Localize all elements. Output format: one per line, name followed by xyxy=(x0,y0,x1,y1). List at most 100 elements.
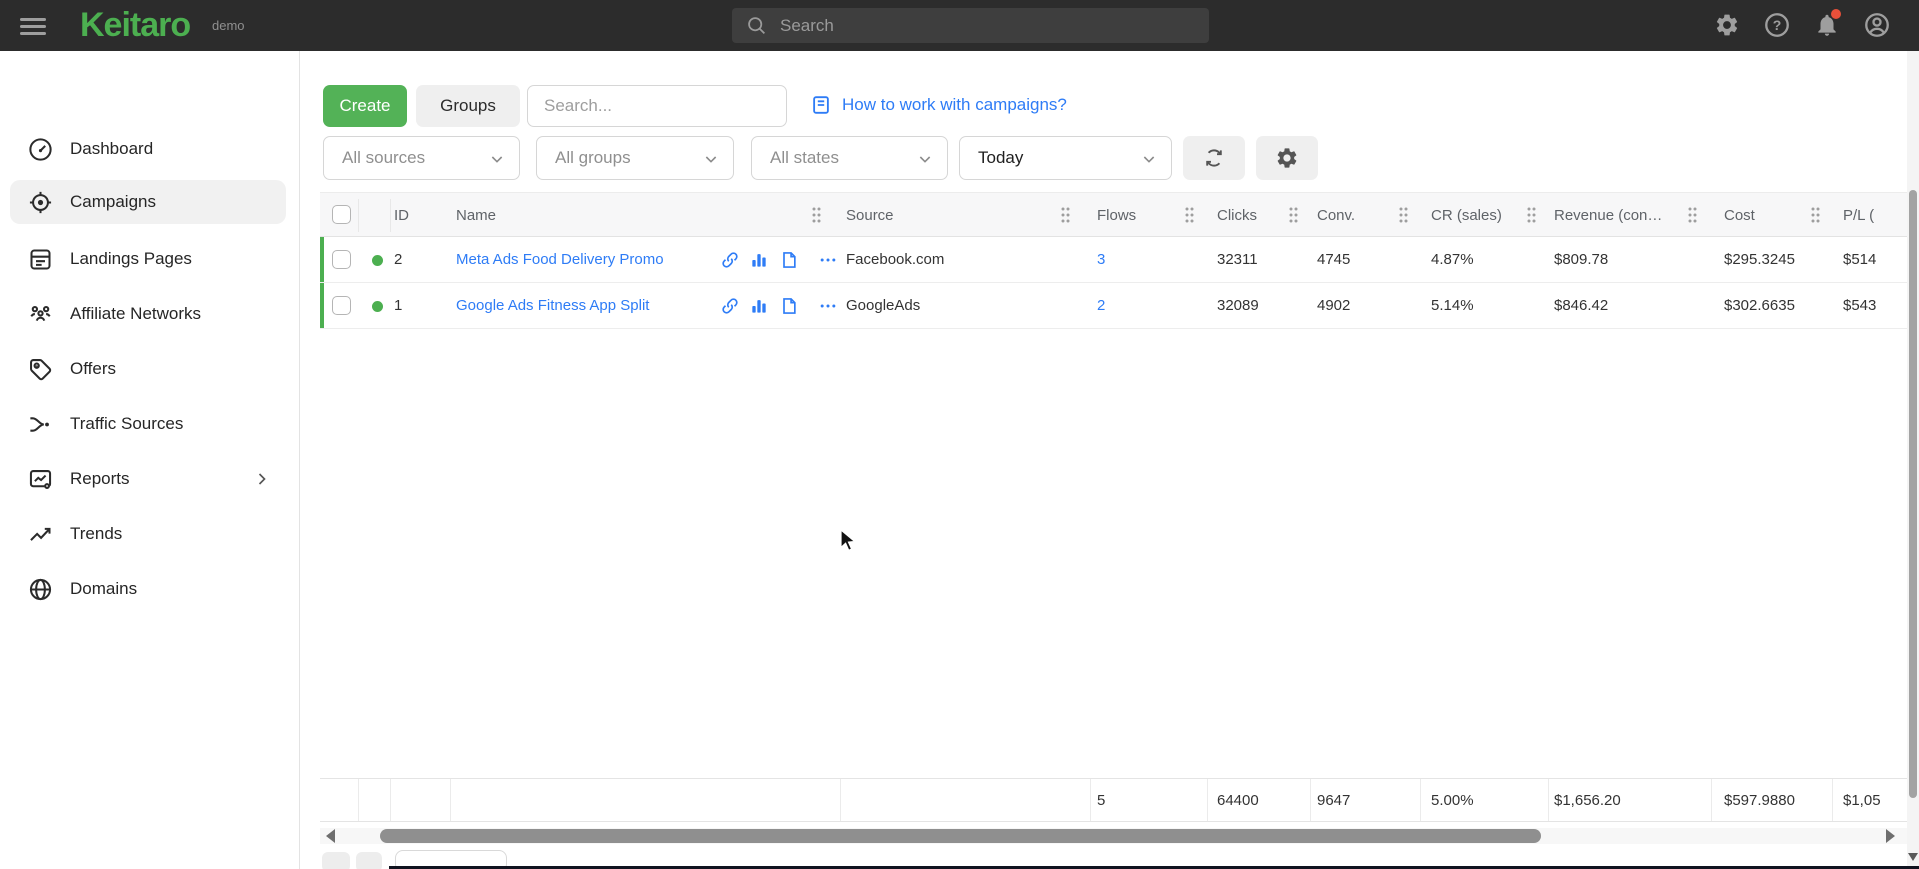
link-icon[interactable] xyxy=(719,296,741,318)
cell-cr: 5.14% xyxy=(1431,283,1474,329)
campaigns-icon xyxy=(26,188,54,216)
more-icon[interactable] xyxy=(817,250,839,272)
help-icon[interactable]: ? xyxy=(1761,9,1793,41)
stats-icon[interactable] xyxy=(748,296,770,318)
offers-icon: s xyxy=(26,355,54,383)
drag-handle-icon[interactable] xyxy=(1685,204,1699,228)
stats-icon[interactable] xyxy=(748,250,770,272)
domains-icon xyxy=(26,575,54,603)
row-status-stripe xyxy=(320,283,324,329)
column-header-source[interactable]: Source xyxy=(846,193,894,237)
notifications-icon[interactable] xyxy=(1811,9,1843,41)
total-pl: $1,05 xyxy=(1843,779,1881,822)
cell-pl: $543 xyxy=(1843,283,1876,329)
total-revenue: $1,656.20 xyxy=(1554,779,1621,822)
column-header-name[interactable]: Name xyxy=(456,193,496,237)
menu-icon[interactable] xyxy=(20,12,54,40)
account-icon[interactable] xyxy=(1861,9,1893,41)
total-cost: $597.9880 xyxy=(1724,779,1795,822)
campaign-name-link[interactable]: Meta Ads Food Delivery Promo xyxy=(456,237,664,283)
sidebar-item-offers[interactable]: s Offers xyxy=(10,347,286,391)
gear-icon xyxy=(1275,146,1299,170)
table-settings-button[interactable] xyxy=(1256,136,1318,180)
horizontal-scrollbar-thumb[interactable] xyxy=(380,829,1541,843)
flows-link[interactable]: 3 xyxy=(1097,237,1105,283)
chevron-down-icon xyxy=(489,151,505,172)
drag-handle-icon[interactable] xyxy=(1524,204,1538,228)
drag-handle-icon[interactable] xyxy=(1396,204,1410,228)
affiliate-networks-icon xyxy=(26,300,54,328)
drag-handle-icon[interactable] xyxy=(1182,204,1196,228)
sidebar-item-traffic-sources[interactable]: Traffic Sources xyxy=(10,402,286,446)
chevron-down-icon xyxy=(703,151,719,172)
table-row: 1 Google Ads Fitness App Split GoogleAds… xyxy=(320,283,1907,329)
pagination-prev-button[interactable] xyxy=(322,852,350,869)
column-header-id[interactable]: ID xyxy=(394,193,409,237)
scroll-right-icon[interactable] xyxy=(1886,829,1895,843)
scroll-down-icon[interactable] xyxy=(1908,853,1918,861)
note-icon[interactable] xyxy=(778,250,800,272)
sidebar-item-trends[interactable]: Trends xyxy=(10,512,286,556)
search-icon xyxy=(746,15,767,36)
column-header-revenue[interactable]: Revenue (con… xyxy=(1554,193,1662,237)
column-header-conv[interactable]: Conv. xyxy=(1317,193,1355,237)
global-search[interactable] xyxy=(732,8,1209,43)
drag-handle-icon[interactable] xyxy=(1286,204,1300,228)
sidebar-item-landings-pages[interactable]: Landings Pages xyxy=(10,237,286,281)
campaign-name-link[interactable]: Google Ads Fitness App Split xyxy=(456,283,649,329)
table-totals-row: 5 64400 9647 5.00% $1,656.20 $597.9880 $… xyxy=(320,778,1907,822)
vertical-scrollbar-thumb[interactable] xyxy=(1909,190,1917,798)
chevron-down-icon xyxy=(1141,151,1157,172)
drag-handle-icon[interactable] xyxy=(1058,204,1072,228)
date-range-filter[interactable]: Today xyxy=(959,136,1172,180)
drag-handle-icon[interactable] xyxy=(809,204,823,228)
select-all-checkbox[interactable] xyxy=(332,205,351,224)
campaign-search-input[interactable] xyxy=(527,85,787,127)
cell-clicks: 32311 xyxy=(1217,237,1258,283)
env-label: demo xyxy=(212,18,245,33)
column-header-pl[interactable]: P/L ( xyxy=(1843,193,1874,237)
help-link[interactable]: How to work with campaigns? xyxy=(810,94,1067,116)
create-button[interactable]: Create xyxy=(323,85,407,127)
scroll-left-icon[interactable] xyxy=(326,829,335,843)
drag-handle-icon[interactable] xyxy=(1808,204,1822,228)
refresh-button[interactable] xyxy=(1183,136,1245,180)
sidebar-item-affiliate-networks[interactable]: Affiliate Networks xyxy=(10,292,286,336)
row-checkbox[interactable] xyxy=(332,250,351,269)
group-filter[interactable]: All groups xyxy=(536,136,734,180)
landings-icon xyxy=(26,245,54,273)
cell-source: Facebook.com xyxy=(846,237,944,283)
settings-icon[interactable] xyxy=(1711,9,1743,41)
note-icon[interactable] xyxy=(778,296,800,318)
column-header-flows[interactable]: Flows xyxy=(1097,193,1136,237)
column-header-cr[interactable]: CR (sales) xyxy=(1431,193,1502,237)
cell-id: 1 xyxy=(394,283,402,329)
mouse-cursor xyxy=(838,528,860,554)
column-header-clicks[interactable]: Clicks xyxy=(1217,193,1257,237)
cell-source: GoogleAds xyxy=(846,283,920,329)
traffic-sources-icon xyxy=(26,410,54,438)
chevron-right-icon xyxy=(252,469,272,494)
svg-text:s: s xyxy=(35,364,38,369)
global-search-input[interactable] xyxy=(780,8,1200,43)
sidebar-item-reports[interactable]: Reports xyxy=(10,457,286,501)
svg-text:?: ? xyxy=(1773,17,1782,33)
column-header-cost[interactable]: Cost xyxy=(1724,193,1755,237)
source-filter[interactable]: All sources xyxy=(323,136,520,180)
sidebar-item-dashboard[interactable]: Dashboard xyxy=(10,127,286,171)
cell-cost: $302.6635 xyxy=(1724,283,1795,329)
cell-revenue: $809.78 xyxy=(1554,237,1608,283)
sidebar-item-domains[interactable]: Domains xyxy=(10,567,286,611)
state-filter[interactable]: All states xyxy=(751,136,948,180)
sidebar-item-campaigns[interactable]: Campaigns xyxy=(10,180,286,224)
flows-link[interactable]: 2 xyxy=(1097,283,1105,329)
cell-conv: 4745 xyxy=(1317,237,1350,283)
more-icon[interactable] xyxy=(817,296,839,318)
total-cr: 5.00% xyxy=(1431,779,1474,822)
total-conv: 9647 xyxy=(1317,779,1350,822)
cell-revenue: $846.42 xyxy=(1554,283,1608,329)
groups-button[interactable]: Groups xyxy=(416,85,520,127)
row-checkbox[interactable] xyxy=(332,296,351,315)
link-icon[interactable] xyxy=(719,250,741,272)
pagination-next-button[interactable] xyxy=(356,852,382,869)
